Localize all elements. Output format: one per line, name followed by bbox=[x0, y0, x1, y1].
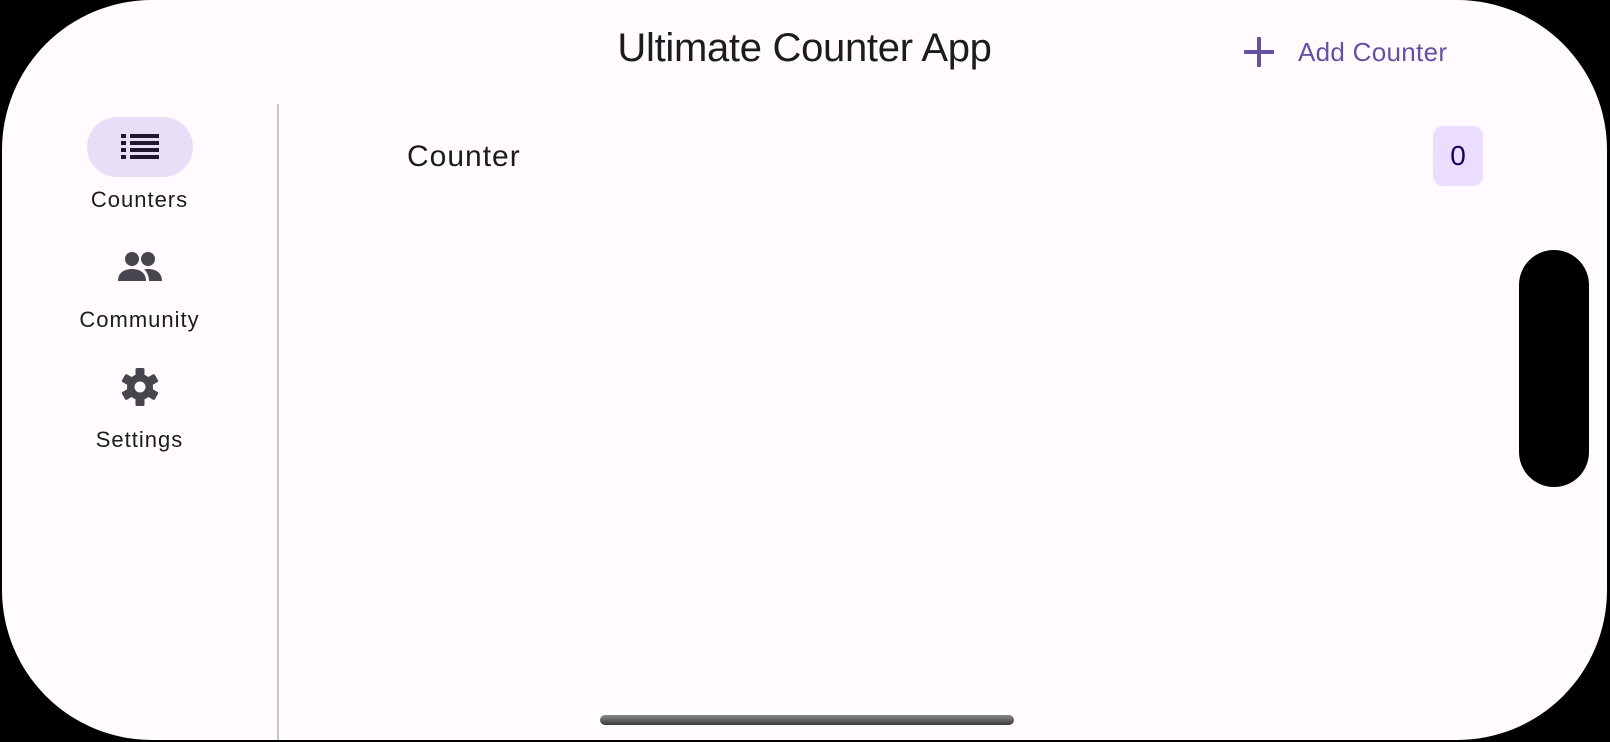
nav-label-settings: Settings bbox=[95, 427, 184, 452]
nav-label-counters: Counters bbox=[90, 187, 189, 212]
nav-item-counters[interactable]: Counters bbox=[2, 117, 277, 213]
nav-item-settings[interactable]: Settings bbox=[2, 357, 277, 453]
nav-item-community[interactable]: Community bbox=[2, 237, 277, 333]
nav-indicator bbox=[87, 237, 193, 297]
top-app-bar: Ultimate Counter App Add Counter bbox=[2, 0, 1607, 104]
nav-indicator bbox=[87, 357, 193, 417]
list-item[interactable]: Counter 0 bbox=[407, 126, 1483, 188]
camera-cutout bbox=[1519, 250, 1589, 487]
navigation-rail: Counters Community Settings bbox=[2, 104, 277, 740]
add-counter-label: Add Counter bbox=[1298, 36, 1448, 67]
people-icon bbox=[117, 252, 162, 281]
home-indicator[interactable] bbox=[600, 715, 1014, 725]
nav-label-community: Community bbox=[79, 307, 200, 332]
gear-icon bbox=[121, 368, 158, 406]
add-counter-button[interactable]: Add Counter bbox=[1244, 28, 1447, 76]
app-screen: Ultimate Counter App Add Counter Counter… bbox=[2, 0, 1607, 740]
counter-value-badge: 0 bbox=[1433, 126, 1483, 186]
list-icon bbox=[120, 134, 159, 159]
plus-icon bbox=[1244, 37, 1274, 67]
nav-active-indicator bbox=[86, 117, 193, 177]
counter-name: Counter bbox=[407, 140, 521, 173]
counter-list: Counter 0 bbox=[279, 104, 1607, 740]
